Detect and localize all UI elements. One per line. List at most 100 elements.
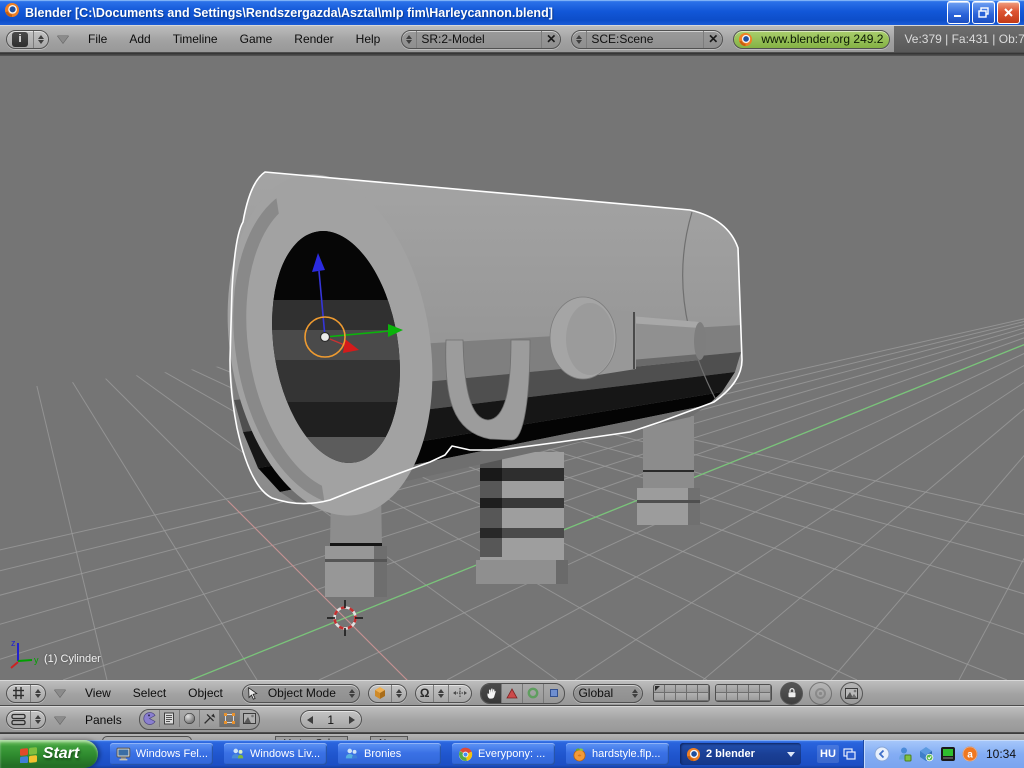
user-prefs-icon: i <box>12 31 28 47</box>
screen-selector-stepper[interactable] <box>402 31 416 48</box>
editing-context-button[interactable] <box>219 710 240 727</box>
shading-context-button[interactable] <box>180 710 200 727</box>
rotate-manipulator-toggle[interactable] <box>502 683 524 703</box>
scale-manipulator-toggle[interactable] <box>523 683 545 703</box>
draw-type-selector[interactable] <box>367 683 407 703</box>
script-icon <box>164 712 175 725</box>
scene-image-icon <box>242 713 256 724</box>
pivot-stepper[interactable] <box>433 684 448 702</box>
task-bronies[interactable]: Bronies <box>338 743 441 765</box>
buttons-editor-stepper[interactable] <box>30 711 45 728</box>
frame-number-stepper[interactable]: 1 <box>299 710 362 729</box>
axis-y-label: y <box>34 655 39 665</box>
orientation-selector[interactable]: Global <box>573 683 644 703</box>
menu-select[interactable]: Select <box>122 686 177 700</box>
red-triangle-icon <box>506 687 519 698</box>
object-context-button[interactable] <box>200 710 220 727</box>
task-everypony-browser[interactable]: Everypony: ... <box>452 743 555 765</box>
task-blender-group[interactable]: 2 blender <box>680 743 801 765</box>
language-indicator[interactable]: HU <box>816 745 839 763</box>
viewport-canvas: z y <box>0 159 1024 680</box>
cannon-right-leg <box>637 416 700 525</box>
mode-stepper[interactable] <box>345 685 359 702</box>
close-button[interactable] <box>997 1 1020 24</box>
buttons-panel-strip: Vertex Color New <box>0 733 1024 740</box>
start-button[interactable]: Start <box>0 740 98 768</box>
menu-view[interactable]: View <box>74 686 122 700</box>
menu-help[interactable]: Help <box>345 32 392 46</box>
window-titlebar: Blender [C:\Documents and Settings\Rends… <box>0 0 1024 25</box>
object-arrows-icon <box>203 713 215 724</box>
lock-layers-button[interactable] <box>780 681 804 705</box>
screen-delete-button[interactable]: ✕ <box>541 30 560 48</box>
menu-add[interactable]: Add <box>118 32 161 46</box>
editing-square-icon <box>223 713 235 724</box>
display-settings-tray-icon[interactable] <box>940 746 956 762</box>
pivot-icon: Ω <box>419 686 430 700</box>
task-windows-live[interactable]: Windows Liv... <box>224 743 327 765</box>
layer-buttons-group-1[interactable] <box>653 684 711 702</box>
messenger-status-tray-icon[interactable] <box>896 746 912 762</box>
panels-menu[interactable]: Panels <box>74 713 133 727</box>
minimize-button[interactable] <box>947 1 970 24</box>
buttons-context-group <box>138 709 260 730</box>
dropbox-tray-icon[interactable] <box>918 746 934 762</box>
render-preview-button[interactable] <box>840 681 864 705</box>
scene-context-button[interactable] <box>240 710 259 727</box>
screen-selector[interactable]: SR:2-Model ✕ <box>401 29 562 49</box>
proportional-edit-button[interactable] <box>809 681 833 705</box>
blender-version-button[interactable]: www.blender.org 249.2 <box>733 29 891 49</box>
logic-context-button[interactable] <box>140 710 160 727</box>
window-type-selector[interactable]: i <box>6 29 49 49</box>
manipulator-toggle-icon[interactable] <box>448 684 471 702</box>
menu-file[interactable]: File <box>77 32 118 46</box>
orientation-stepper[interactable] <box>628 685 642 702</box>
scene-selector-stepper[interactable] <box>572 31 586 48</box>
window-type-stepper[interactable] <box>33 30 48 48</box>
manipulator-center[interactable] <box>319 331 331 343</box>
cannon-model[interactable] <box>204 159 743 597</box>
windows-flag-icon <box>19 746 37 763</box>
draw-type-stepper[interactable] <box>390 684 406 702</box>
image-icon <box>845 687 859 699</box>
viewport-3d[interactable]: z y (1) Cylinder <box>0 53 1024 680</box>
window-title: Blender [C:\Documents and Settings\Rends… <box>25 5 553 20</box>
menu-timeline[interactable]: Timeline <box>162 32 229 46</box>
layer-buttons-group-2[interactable] <box>715 684 773 702</box>
toolbar-handle-icon[interactable] <box>843 746 857 768</box>
task-group-chevron-icon[interactable] <box>787 751 795 757</box>
frame-value: 1 <box>327 712 335 727</box>
buttons-editor-type-selector[interactable] <box>6 710 46 729</box>
task-hardstyle-flstudio[interactable]: hardstyle.flp... <box>566 743 669 765</box>
editor-type-stepper[interactable] <box>30 684 45 702</box>
menu-object[interactable]: Object <box>177 686 234 700</box>
frame-decrement-arrow[interactable] <box>306 715 313 724</box>
screen: Blender [C:\Documents and Settings\Rends… <box>0 0 1024 768</box>
task-windows-explorer[interactable]: Windows Fel... <box>110 743 213 765</box>
manipulator-space-toggle[interactable] <box>544 684 564 703</box>
scene-selector[interactable]: SCE:Scene ✕ <box>571 29 724 49</box>
svg-text:a: a <box>967 750 973 761</box>
script-context-button[interactable] <box>160 710 180 727</box>
hide-icons-chevron-button[interactable] <box>874 746 890 762</box>
editor-type-selector[interactable] <box>6 683 46 703</box>
taskbar: Start Windows Fel... Windows Liv... Bron… <box>0 740 1024 768</box>
mode-selector[interactable]: Object Mode <box>241 683 360 703</box>
active-layer-marker <box>655 686 661 691</box>
avast-tray-icon[interactable]: a <box>962 746 978 762</box>
scene-delete-button[interactable]: ✕ <box>703 30 722 48</box>
start-label: Start <box>42 745 80 762</box>
header-collapse-icon[interactable] <box>57 35 69 43</box>
menu-render[interactable]: Render <box>283 32 344 46</box>
translate-manipulator-toggle[interactable] <box>481 683 503 703</box>
frame-increment-arrow[interactable] <box>348 715 355 724</box>
version-label: www.blender.org 249.2 <box>761 32 884 46</box>
axis-z-label: z <box>11 638 16 648</box>
pivot-selector[interactable]: Ω <box>414 683 473 703</box>
buttons-collapse-icon[interactable] <box>54 715 66 724</box>
view3d-collapse-icon[interactable] <box>54 689 66 697</box>
view3d-header: View Select Object Object Mode Ω Global <box>0 680 1024 706</box>
buttons-window-header: Panels 1 <box>0 706 1024 733</box>
menu-game[interactable]: Game <box>229 32 284 46</box>
restore-button[interactable] <box>972 1 995 24</box>
